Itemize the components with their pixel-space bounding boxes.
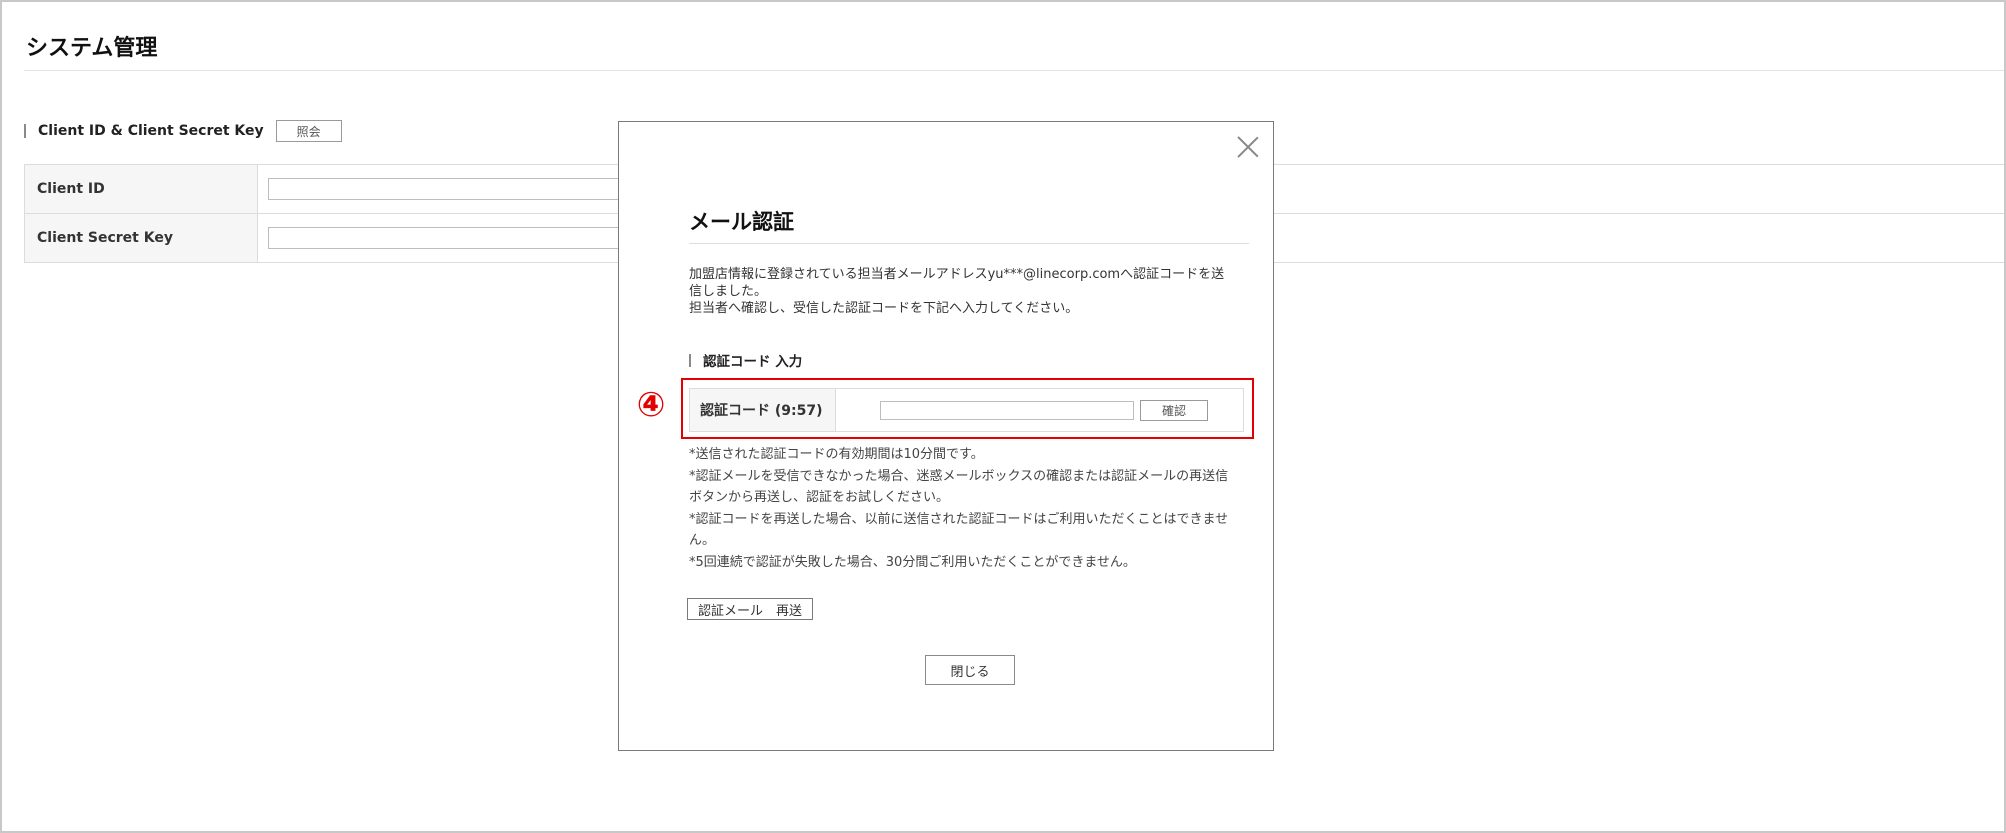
description-line: 加盟店情報に登録されている担当者メールアドレスyu***@linecorp.co… (689, 267, 1225, 282)
section-label: Client ID & Client Secret Key (38, 123, 264, 139)
client-secret-key-label: Client Secret Key (24, 214, 258, 262)
verification-code-input[interactable] (880, 400, 1134, 420)
close-icon[interactable] (1237, 136, 1259, 158)
verification-code-cell: 確認 (836, 389, 1243, 431)
verification-code-row: 認証コード (9:57) 確認 (689, 388, 1244, 432)
app-window: システム管理 Client ID & Client Secret Key 照会 … (0, 0, 2006, 833)
page-title: システム管理 (26, 36, 158, 61)
note-line: ボタンから再送し、認証をお試しください。 (689, 490, 950, 505)
notes-list: *送信された認証コードの有効期間は10分間です。 *認証メールを受信できなかった… (689, 444, 1261, 573)
step-marker: ④ (636, 385, 666, 425)
description-line: 信しました。 (689, 284, 768, 299)
resend-email-button[interactable]: 認証メール 再送 (687, 598, 813, 620)
verification-code-label: 認証コード (9:57) (690, 389, 836, 431)
note-line: *5回連続で認証が失敗した場合、30分間ご利用いただくことができません。 (689, 554, 1136, 570)
confirm-button[interactable]: 確認 (1140, 399, 1208, 421)
note-line: ん。 (689, 533, 716, 548)
client-id-label: Client ID (24, 165, 258, 213)
lookup-button[interactable]: 照会 (275, 120, 342, 142)
description-line: 担当者へ確認し、受信した認証コードを下記へ入力してください。 (689, 301, 1079, 316)
close-button[interactable]: 閉じる (925, 655, 1015, 685)
modal-title-divider (689, 243, 1249, 244)
code-section-header: 認証コード 入力 (689, 350, 802, 370)
modal-description: 加盟店情報に登録されている担当者メールアドレスyu***@linecorp.co… (689, 266, 1249, 317)
section-bar-icon (689, 353, 691, 367)
credentials-section-header: Client ID & Client Secret Key 照会 (24, 120, 342, 142)
code-section-label: 認証コード 入力 (703, 354, 803, 370)
modal-title: メール認証 (689, 210, 794, 234)
note-line: *送信された認証コードの有効期間は10分間です。 (689, 447, 984, 462)
note-line: *認証コードを再送した場合、以前に送信された認証コードはご利用いただくことはでき… (689, 511, 1229, 527)
note-line: *認証メールを受信できなかった場合、迷惑メールボックスの確認または認証メールの再… (689, 468, 1229, 484)
section-bar-icon (24, 124, 26, 138)
email-verification-modal: メール認証 加盟店情報に登録されている担当者メールアドレスyu***@linec… (618, 121, 1274, 751)
title-divider (24, 70, 2004, 71)
